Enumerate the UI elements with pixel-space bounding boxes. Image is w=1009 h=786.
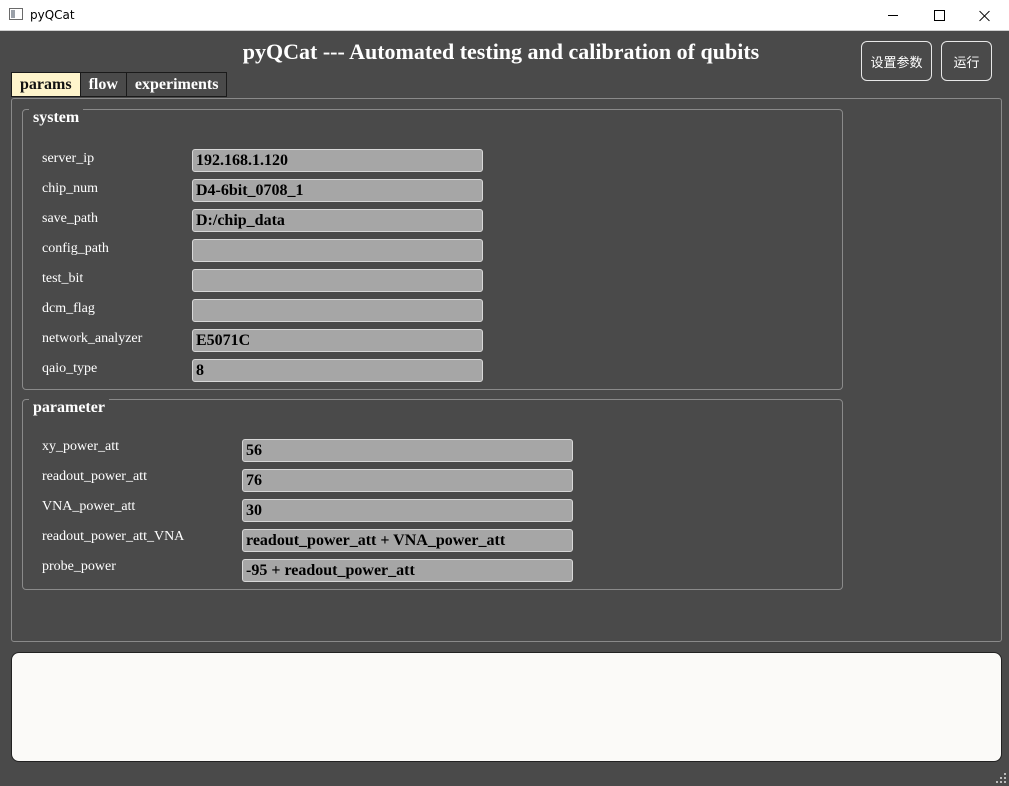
test-bit-input[interactable] xyxy=(192,269,483,292)
close-icon xyxy=(979,10,991,22)
window-title: pyQCat xyxy=(30,8,75,22)
readout-power-att-vna-label: readout_power_att_VNA xyxy=(42,529,185,544)
minimize-icon xyxy=(888,15,898,16)
vna-power-att-label: VNA_power_att xyxy=(42,499,136,514)
qaio-type-label: qaio_type xyxy=(42,361,98,376)
title-bar: pyQCat xyxy=(0,0,1009,31)
tab-params[interactable]: params xyxy=(11,72,81,97)
tab-experiments[interactable]: experiments xyxy=(125,72,228,97)
tab-bar: params flow experiments xyxy=(11,72,228,97)
app-window-icon xyxy=(9,8,23,20)
vna-power-att-input[interactable]: 30 xyxy=(242,499,573,522)
tab-flow[interactable]: flow xyxy=(79,72,127,97)
chip-num-label: chip_num xyxy=(42,181,98,196)
xy-power-att-label: xy_power_att xyxy=(42,439,119,454)
maximize-icon xyxy=(933,10,945,21)
system-group-title: system xyxy=(29,109,84,127)
maximize-button[interactable] xyxy=(916,0,962,31)
resize-grip-icon[interactable] xyxy=(996,773,1006,783)
probe-power-input[interactable]: -95 + readout_power_att xyxy=(242,559,573,582)
save-path-input[interactable]: D:/chip_data xyxy=(192,209,483,232)
network-analyzer-label: network_analyzer xyxy=(42,331,143,346)
xy-power-att-input[interactable]: 56 xyxy=(242,439,573,462)
minimize-button[interactable] xyxy=(870,0,916,31)
parameter-group-title: parameter xyxy=(29,399,109,417)
probe-power-label: probe_power xyxy=(42,559,116,574)
readout-power-att-label: readout_power_att xyxy=(42,469,147,484)
server-ip-input[interactable]: 192.168.1.120 xyxy=(192,149,483,172)
server-ip-label: server_ip xyxy=(42,151,95,166)
readout-power-att-input[interactable]: 76 xyxy=(242,469,573,492)
system-group: system server_ip 192.168.1.120 chip_num … xyxy=(22,109,843,390)
chip-num-input[interactable]: D4-6bit_0708_1 xyxy=(192,179,483,202)
network-analyzer-input[interactable]: E5071C xyxy=(192,329,483,352)
config-path-input[interactable] xyxy=(192,239,483,262)
qaio-type-input[interactable]: 8 xyxy=(192,359,483,382)
config-path-label: config_path xyxy=(42,241,109,256)
test-bit-label: test_bit xyxy=(42,271,84,286)
page-title: pyQCat --- Automated testing and calibra… xyxy=(242,39,760,64)
save-path-label: save_path xyxy=(42,211,98,226)
settings-button[interactable]: 设置参数 xyxy=(861,41,932,81)
readout-power-att-vna-input[interactable]: readout_power_att + VNA_power_att xyxy=(242,529,573,552)
dcm-flag-input[interactable] xyxy=(192,299,483,322)
log-output[interactable] xyxy=(11,652,1002,762)
dcm-flag-label: dcm_flag xyxy=(42,301,95,316)
parameter-group: parameter xy_power_att 56 readout_power_… xyxy=(22,399,843,590)
close-button[interactable] xyxy=(962,0,1008,31)
run-button[interactable]: 运行 xyxy=(941,41,992,81)
